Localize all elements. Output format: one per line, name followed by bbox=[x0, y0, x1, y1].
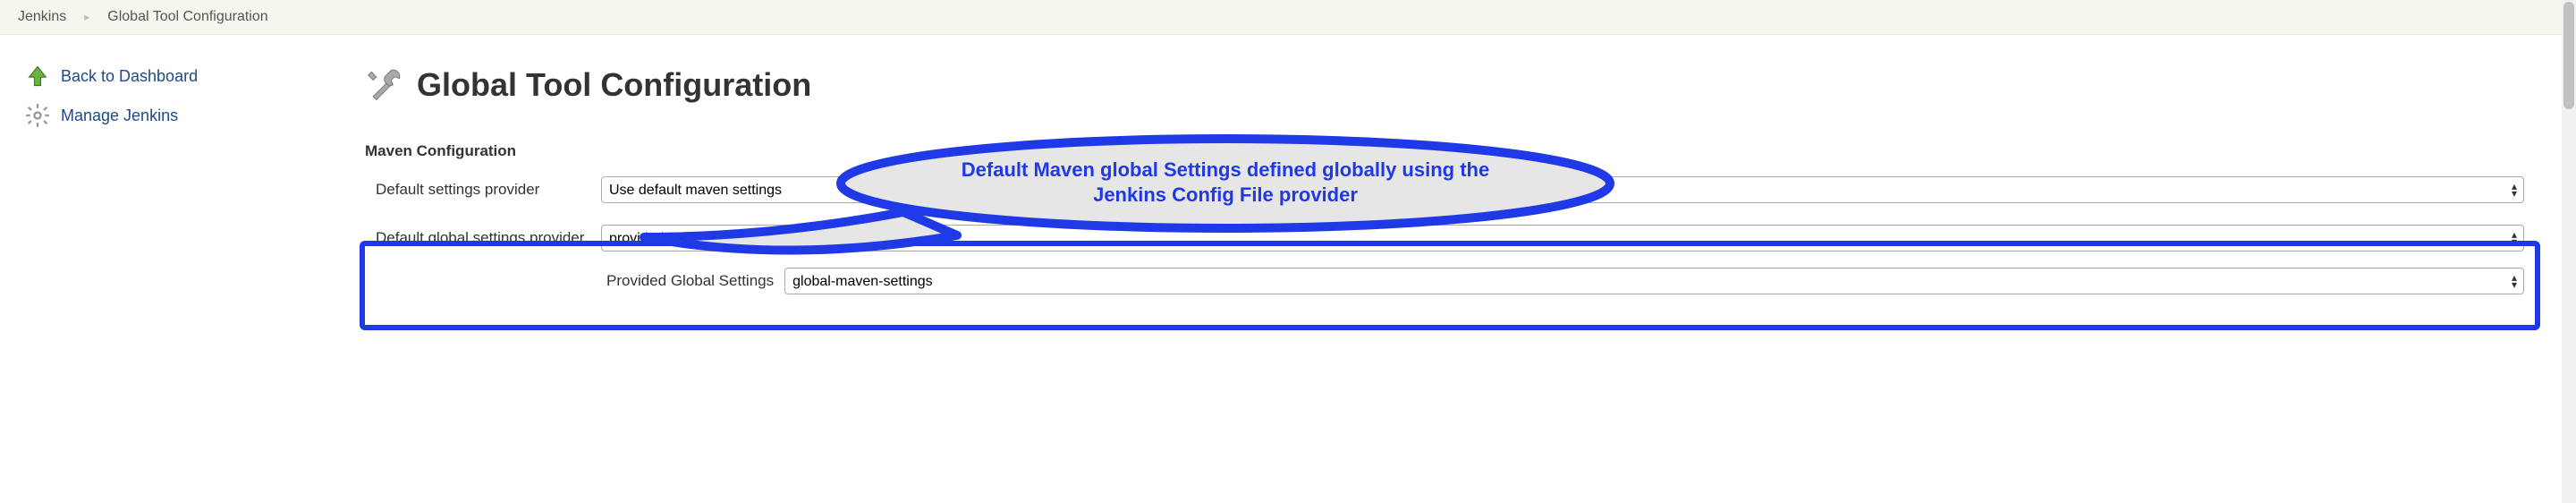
breadcrumb-current: Global Tool Configuration bbox=[107, 9, 267, 25]
scrollbar-track[interactable] bbox=[2562, 0, 2576, 503]
breadcrumb-root-link[interactable]: Jenkins bbox=[18, 9, 66, 25]
form-row-default-settings: Default settings provider Use default ma… bbox=[349, 176, 2540, 203]
sidebar-manage-jenkins[interactable]: Manage Jenkins bbox=[25, 96, 349, 135]
label-default-settings-provider: Default settings provider bbox=[376, 181, 601, 199]
up-arrow-icon bbox=[25, 64, 50, 89]
gear-icon bbox=[25, 103, 50, 128]
main-content: Global Tool Configuration Maven Configur… bbox=[349, 53, 2576, 316]
select-default-settings-provider[interactable]: Use default maven settings bbox=[601, 176, 2524, 203]
page-title: Global Tool Configuration bbox=[417, 66, 811, 104]
select-default-global-settings-provider[interactable]: provided global settings.xml bbox=[601, 225, 2524, 252]
sidebar-item-label: Manage Jenkins bbox=[61, 107, 178, 125]
form-row-provided-global-settings: Provided Global Settings global-maven-se… bbox=[349, 268, 2540, 294]
breadcrumb: Jenkins ▸ Global Tool Configuration bbox=[0, 0, 2576, 35]
scrollbar-thumb[interactable] bbox=[2563, 2, 2574, 109]
section-maven-configuration: Maven Configuration bbox=[365, 142, 2540, 160]
sidebar: Back to Dashboard Manage Jenkins bbox=[0, 53, 349, 316]
tools-icon bbox=[365, 65, 404, 105]
select-provided-global-settings[interactable]: global-maven-settings bbox=[784, 268, 2524, 294]
sidebar-item-label: Back to Dashboard bbox=[61, 67, 198, 86]
label-default-global-settings-provider: Default global settings provider bbox=[376, 229, 601, 247]
label-provided-global-settings: Provided Global Settings bbox=[606, 272, 774, 290]
breadcrumb-separator-icon: ▸ bbox=[84, 11, 89, 23]
sidebar-back-to-dashboard[interactable]: Back to Dashboard bbox=[25, 56, 349, 96]
form-row-global-settings: Default global settings provider provide… bbox=[349, 225, 2540, 252]
